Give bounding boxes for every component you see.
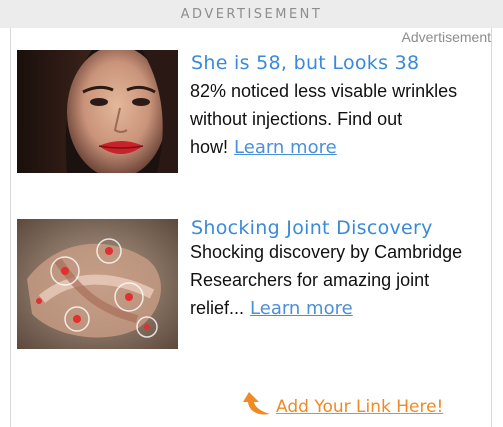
ad-thumbnail-2[interactable] [17,219,178,349]
learn-more-link-1[interactable]: Learn more [234,137,337,158]
ad-description-2: Shocking discovery by Cambridge Research… [190,238,486,323]
ad-frame-right-border [491,28,492,427]
ad-description-1: 82% noticed less visable wrinkles withou… [190,77,486,162]
add-your-link-button[interactable]: Add Your Link Here! [276,397,443,417]
advertisement-header-text: ADVERTISEMENT [180,6,323,22]
woman-face-image [17,50,178,173]
advertisement-header: ADVERTISEMENT [0,0,503,28]
ad-title-1[interactable]: She is 58, but Looks 38 [191,52,419,74]
add-your-link-area: Add Your Link Here! [240,389,443,419]
joint-anatomy-image [17,219,178,349]
learn-more-link-2[interactable]: Learn more [250,298,353,319]
advertisement-label: Advertisement [401,29,491,45]
curved-arrow-icon [243,392,270,415]
ad-title-2[interactable]: Shocking Joint Discovery [191,217,433,239]
ad-frame-left-border [10,28,11,427]
ad-thumbnail-1[interactable] [17,50,178,173]
